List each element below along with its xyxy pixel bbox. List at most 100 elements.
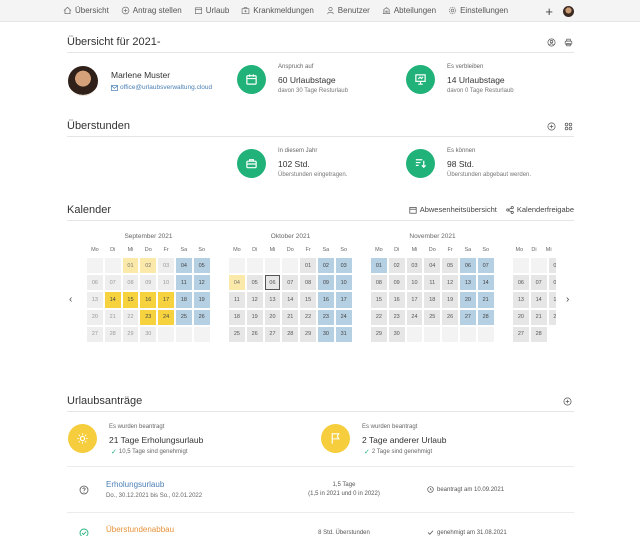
day-cell[interactable]: 14 [103,291,122,309]
day-cell[interactable]: 14 [281,291,300,309]
day-cell[interactable]: 06 [86,274,104,292]
day-cell[interactable]: 10 [334,274,353,292]
day-cell-today[interactable]: 06 [263,274,282,292]
day-cell[interactable]: 12 [441,274,459,292]
day-cell[interactable]: 24 [405,308,424,326]
day-cell[interactable]: 20 [512,308,530,326]
day-cell[interactable]: 06 [512,274,530,292]
nav-sick-notes[interactable]: Krankmeldungen [235,0,319,22]
day-cell[interactable]: 16 [387,291,406,309]
day-cell[interactable]: 05 [245,274,264,292]
day-cell[interactable]: 09 [387,274,406,292]
day-cell[interactable]: 01 [547,257,556,275]
day-cell[interactable]: 20 [86,308,104,326]
day-cell[interactable]: 08 [121,274,140,292]
calendar-share-link[interactable]: Kalenderfreigabe [506,205,574,214]
nav-departments[interactable]: Abteilungen [376,0,442,22]
day-cell[interactable]: 27 [263,325,282,343]
day-cell[interactable]: 24 [334,308,353,326]
day-cell[interactable]: 21 [476,291,495,309]
day-cell[interactable]: 22 [299,308,317,326]
plus-circle-icon[interactable] [547,122,556,131]
day-cell[interactable]: 29 [121,325,140,343]
day-cell[interactable]: 26 [192,308,211,326]
day-cell[interactable]: 15 [370,291,388,309]
day-cell[interactable]: 09 [139,274,158,292]
day-cell[interactable]: 23 [139,308,158,326]
day-cell[interactable]: 14 [529,291,548,309]
day-cell[interactable]: 08 [299,274,317,292]
day-cell[interactable]: 25 [174,308,193,326]
day-cell[interactable]: 28 [476,308,495,326]
day-cell[interactable]: 28 [281,325,300,343]
day-cell[interactable]: 09 [316,274,335,292]
calendar-prev-button[interactable]: ‹ [69,294,72,305]
absence-overview-link[interactable]: Abwesenheitsübersicht [409,205,497,214]
day-cell[interactable]: 04 [174,257,193,275]
request-type-link[interactable]: Überstundenabbau [106,525,174,534]
day-cell[interactable]: 28 [103,325,122,343]
day-cell[interactable]: 04 [228,274,246,292]
day-cell[interactable]: 17 [405,291,424,309]
day-cell[interactable]: 26 [245,325,264,343]
day-cell[interactable]: 01 [370,257,388,275]
day-cell[interactable]: 13 [86,291,104,309]
day-cell[interactable]: 22 [547,308,556,326]
day-cell[interactable]: 16 [139,291,158,309]
day-cell[interactable]: 29 [370,325,388,343]
day-cell[interactable]: 11 [174,274,193,292]
day-cell[interactable]: 21 [281,308,300,326]
day-cell[interactable]: 23 [387,308,406,326]
day-cell[interactable]: 27 [458,308,477,326]
day-cell[interactable]: 26 [441,308,459,326]
day-cell[interactable]: 20 [458,291,477,309]
day-cell[interactable]: 22 [370,308,388,326]
nav-new-request[interactable]: Antrag stellen [115,0,188,22]
day-cell[interactable]: 02 [387,257,406,275]
day-cell[interactable]: 07 [281,274,300,292]
day-cell[interactable]: 18 [423,291,442,309]
print-icon[interactable] [564,38,573,47]
day-cell[interactable]: 29 [299,325,317,343]
day-cell[interactable]: 10 [157,274,175,292]
day-cell[interactable]: 05 [441,257,459,275]
day-cell[interactable]: 27 [86,325,104,343]
day-cell[interactable]: 13 [512,291,530,309]
day-cell[interactable]: 22 [121,308,140,326]
day-cell[interactable]: 07 [529,274,548,292]
day-cell[interactable]: 14 [476,274,495,292]
day-cell[interactable]: 02 [316,257,335,275]
day-cell[interactable]: 01 [299,257,317,275]
day-cell[interactable]: 21 [103,308,122,326]
day-cell[interactable]: 03 [334,257,353,275]
day-cell[interactable]: 05 [192,257,211,275]
day-cell[interactable]: 31 [334,325,353,343]
day-cell[interactable]: 03 [405,257,424,275]
day-cell[interactable]: 27 [512,325,530,343]
day-cell[interactable]: 03 [157,257,175,275]
day-cell[interactable]: 15 [121,291,140,309]
day-cell[interactable]: 19 [245,308,264,326]
day-cell[interactable]: 07 [103,274,122,292]
nav-users[interactable]: Benutzer [320,0,376,22]
day-cell[interactable]: 17 [334,291,353,309]
day-cell[interactable]: 20 [263,308,282,326]
day-cell[interactable]: 04 [423,257,442,275]
calendar-next-button[interactable]: › [566,294,569,305]
day-cell[interactable]: 08 [547,274,556,292]
day-cell[interactable]: 13 [458,274,477,292]
day-cell[interactable]: 25 [423,308,442,326]
nav-vacation[interactable]: Urlaub [188,0,236,22]
day-cell[interactable]: 23 [316,308,335,326]
day-cell[interactable]: 16 [316,291,335,309]
day-cell[interactable]: 17 [157,291,175,309]
request-type-link[interactable]: Erholungsurlaub [106,480,164,489]
user-circle-icon[interactable] [547,38,556,47]
day-cell[interactable]: 19 [192,291,211,309]
day-cell[interactable]: 07 [476,257,495,275]
day-cell[interactable]: 30 [316,325,335,343]
day-cell[interactable]: 15 [547,291,556,309]
day-cell[interactable]: 18 [228,308,246,326]
day-cell[interactable]: 08 [370,274,388,292]
day-cell[interactable]: 30 [387,325,406,343]
